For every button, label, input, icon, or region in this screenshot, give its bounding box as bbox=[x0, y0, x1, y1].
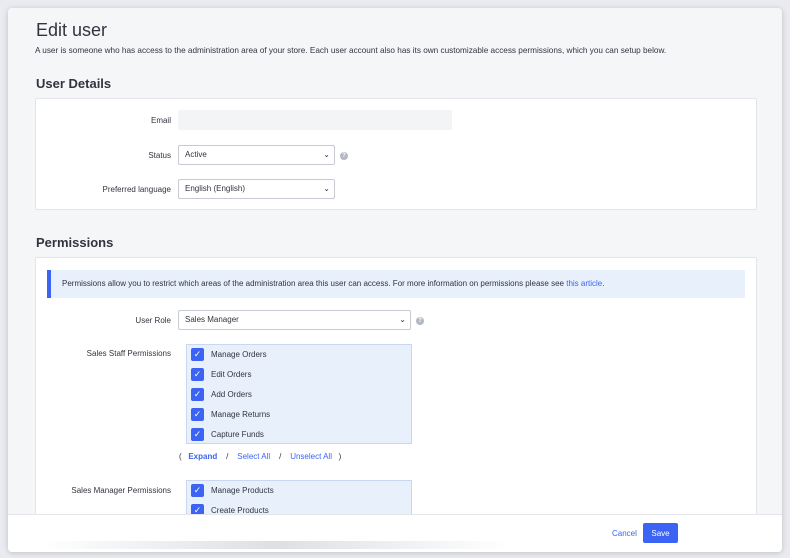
checkmark-icon[interactable]: ✓ bbox=[191, 484, 204, 497]
status-select[interactable]: Active ⌄ bbox=[178, 145, 335, 165]
notice-article-link[interactable]: this article bbox=[566, 279, 602, 288]
language-select[interactable]: English (English) ⌄ bbox=[178, 179, 335, 199]
unselect-all-link[interactable]: Unselect All bbox=[290, 452, 332, 461]
permissions-title: Permissions bbox=[36, 235, 114, 250]
language-label: Preferred language bbox=[102, 185, 172, 194]
notice-end: . bbox=[602, 279, 605, 288]
permission-item-manage-orders[interactable]: ✓ Manage Orders bbox=[187, 345, 411, 365]
status-label: Status bbox=[148, 151, 171, 160]
user-details-title: User Details bbox=[36, 76, 112, 91]
email-label: Email bbox=[150, 116, 171, 125]
permission-actions: ( Expand / Select All / Unselect All ) bbox=[179, 452, 342, 461]
user-role-select[interactable]: Sales Manager ⌄ bbox=[178, 310, 411, 330]
user-role-label: User Role bbox=[135, 316, 171, 325]
email-field[interactable] bbox=[178, 110, 452, 130]
notice-text: Permissions allow you to restrict which … bbox=[62, 279, 567, 288]
chevron-down-icon: ⌄ bbox=[323, 184, 330, 193]
permissions-notice: Permissions allow you to restrict which … bbox=[47, 270, 745, 298]
edit-user-window: Edit user A user is someone who has acce… bbox=[8, 8, 782, 552]
checkmark-icon[interactable]: ✓ bbox=[191, 428, 204, 441]
save-button[interactable]: Save bbox=[643, 523, 678, 543]
help-circle-icon[interactable]: ? bbox=[416, 317, 424, 325]
sales-staff-permissions-list: ✓ Manage Orders ✓ Edit Orders ✓ Add Orde… bbox=[186, 344, 412, 444]
checkmark-icon[interactable]: ✓ bbox=[191, 408, 204, 421]
status-value: Active bbox=[185, 150, 207, 159]
permission-item-add-orders[interactable]: ✓ Add Orders bbox=[187, 385, 411, 405]
expand-link[interactable]: Expand bbox=[188, 452, 217, 461]
window-shadow bbox=[40, 541, 510, 549]
sales-manager-permissions-label: Sales Manager Permissions bbox=[71, 486, 171, 495]
help-circle-icon[interactable]: ? bbox=[340, 152, 348, 160]
permission-item-edit-orders[interactable]: ✓ Edit Orders bbox=[187, 365, 411, 385]
checkmark-icon[interactable]: ✓ bbox=[191, 368, 204, 381]
chevron-down-icon: ⌄ bbox=[399, 315, 406, 324]
user-details-card: Email Status Active ⌄ ? Preferred langua… bbox=[35, 98, 757, 210]
sales-staff-permissions-label: Sales Staff Permissions bbox=[86, 349, 171, 358]
permission-item-manage-returns[interactable]: ✓ Manage Returns bbox=[187, 405, 411, 425]
page-description: A user is someone who has access to the … bbox=[35, 46, 667, 55]
permission-item-manage-products[interactable]: ✓ Manage Products bbox=[187, 481, 411, 501]
cancel-button[interactable]: Cancel bbox=[612, 529, 637, 538]
page-title: Edit user bbox=[36, 20, 108, 40]
user-role-value: Sales Manager bbox=[185, 315, 239, 324]
chevron-down-icon: ⌄ bbox=[323, 150, 330, 159]
language-value: English (English) bbox=[185, 184, 246, 193]
checkmark-icon[interactable]: ✓ bbox=[191, 348, 204, 361]
checkmark-icon[interactable]: ✓ bbox=[191, 388, 204, 401]
select-all-link[interactable]: Select All bbox=[237, 452, 270, 461]
permissions-card: Permissions allow you to restrict which … bbox=[35, 257, 757, 552]
permission-item-capture-funds[interactable]: ✓ Capture Funds bbox=[187, 425, 411, 443]
